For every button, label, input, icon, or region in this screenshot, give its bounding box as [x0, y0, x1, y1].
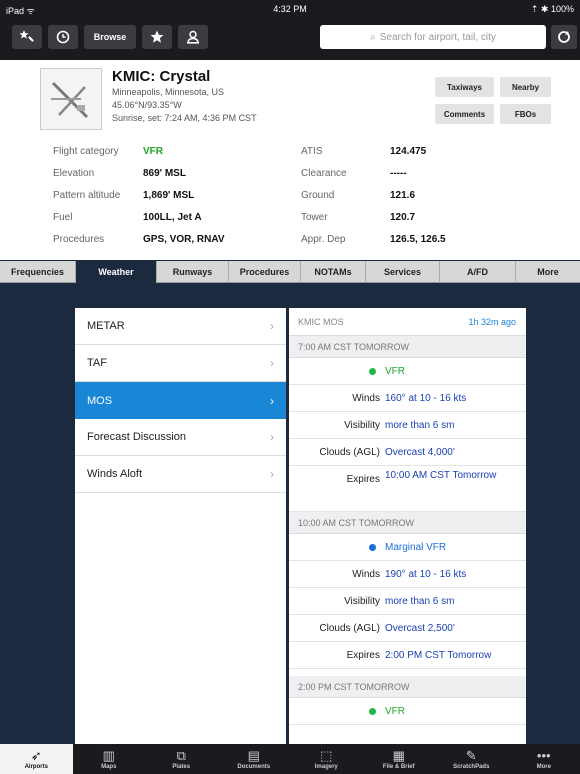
mos-row: Winds 160° at 10 - 16 kts — [289, 385, 526, 412]
refresh-icon[interactable] — [551, 25, 577, 49]
mos-row: Winds 190° at 10 - 16 kts — [289, 561, 526, 588]
chevron-right-icon: › — [270, 356, 274, 370]
menu-item-taf[interactable]: TAF › — [75, 345, 286, 382]
tab-weather[interactable]: Weather — [76, 261, 157, 283]
chevron-right-icon: › — [270, 393, 274, 408]
tab-procedures[interactable]: Procedures — [229, 261, 301, 283]
mos-title: KMIC MOS — [298, 317, 344, 327]
airport-title: KMIC: Crystal — [112, 68, 211, 85]
mos-row: Clouds (AGL) Overcast 2,500' — [289, 615, 526, 642]
tab-afd[interactable]: A/FD — [440, 261, 516, 283]
mos-row: Expires 10:00 AM CST Tomorrow — [289, 466, 526, 512]
mos-row: Visibility more than 6 sm — [289, 412, 526, 439]
tab-runways[interactable]: Runways — [157, 261, 229, 283]
search-placeholder: Search for airport, tail, city — [379, 31, 496, 43]
top-bar: iPad ᯤ 4:32 PM ⇡ ✱ 100% Browse ⌕ Search … — [0, 0, 580, 60]
file-brief-icon: ▦ — [392, 747, 405, 763]
bottom-tab-file-brief[interactable]: ▦ File & Brief — [363, 744, 436, 774]
tab-services[interactable]: Services — [366, 261, 440, 283]
mos-section-header: 7:00 AM CST TOMORROW — [289, 336, 526, 358]
mos-row: Expires 2:00 PM CST Tomorrow — [289, 642, 526, 669]
menu-item-winds-aloft[interactable]: Winds Aloft › — [75, 456, 286, 493]
plates-icon: ⧉ — [176, 747, 186, 763]
mos-category-row: VFR — [289, 358, 526, 385]
taxiways-button[interactable]: Taxiways — [435, 77, 494, 97]
mos-category-row: VFR — [289, 698, 526, 725]
mos-category-row: Marginal VFR — [289, 534, 526, 561]
section-tabs: Frequencies Weather Runways Procedures N… — [0, 261, 580, 283]
airport-location: Minneapolis, Minnesota, US — [112, 87, 225, 97]
tab-more[interactable]: More — [516, 261, 580, 283]
bottom-tab-scratchpads[interactable]: ✎ ScratchPads — [435, 744, 508, 774]
imagery-icon: ⬚ — [320, 747, 333, 763]
menu-item-mos[interactable]: MOS › — [75, 382, 286, 419]
bottom-tab-documents[interactable]: ▤ Documents — [218, 744, 291, 774]
category-dot-icon — [369, 708, 376, 715]
bottom-tab-bar: ➶ Airports ▥ Maps ⧉ Plates ▤ Documents ⬚… — [0, 744, 580, 774]
battery-indicator: ⇡ ✱ 100% — [530, 4, 574, 14]
bottom-tab-airports[interactable]: ➶ Airports — [0, 744, 73, 774]
search-input[interactable]: ⌕ Search for airport, tail, city — [320, 25, 546, 49]
bottom-tab-maps[interactable]: ▥ Maps — [73, 744, 146, 774]
toolbar: Browse ⌕ Search for airport, tail, city — [0, 22, 580, 56]
chevron-right-icon: › — [270, 467, 274, 481]
tab-notams[interactable]: NOTAMs — [301, 261, 366, 283]
more-icon: ••• — [536, 747, 551, 763]
search-icon: ⌕ — [370, 31, 376, 43]
chevron-right-icon: › — [270, 319, 274, 333]
clock-icon[interactable] — [48, 25, 78, 49]
mos-section-header: 10:00 AM CST TOMORROW — [289, 512, 526, 534]
fbos-button[interactable]: FBOs — [500, 104, 551, 124]
documents-icon: ▤ — [247, 747, 260, 763]
airport-coordinates: 45.06°N/93.35°W — [112, 100, 182, 110]
mos-panel: KMIC MOS 1h 32m ago 7:00 AM CST TOMORROW… — [289, 308, 526, 744]
airport-diagram-thumbnail[interactable] — [40, 68, 102, 130]
status-bar: iPad ᯤ 4:32 PM ⇡ ✱ 100% — [0, 0, 580, 20]
airports-icon: ➶ — [30, 747, 42, 763]
star-icon[interactable] — [142, 25, 172, 49]
mos-age: 1h 32m ago — [468, 317, 516, 327]
menu-item-forecast-discussion[interactable]: Forecast Discussion › — [75, 419, 286, 456]
menu-item-metar[interactable]: METAR › — [75, 308, 286, 345]
tab-frequencies[interactable]: Frequencies — [0, 261, 76, 283]
airport-sun-times: Sunrise, set: 7:24 AM, 4:36 PM CST — [112, 113, 257, 123]
bottom-tab-plates[interactable]: ⧉ Plates — [145, 744, 218, 774]
status-time: 4:32 PM — [273, 4, 307, 14]
mos-header: KMIC MOS 1h 32m ago — [289, 308, 526, 336]
bottom-tab-more[interactable]: ••• More — [508, 744, 580, 774]
mos-row: Clouds (AGL) Overcast 4,000' — [289, 439, 526, 466]
scratchpads-icon: ✎ — [465, 747, 477, 763]
person-icon[interactable] — [178, 25, 208, 49]
chevron-right-icon: › — [270, 430, 274, 444]
airport-info-panel: KMIC: Crystal Minneapolis, Minnesota, US… — [0, 60, 580, 260]
airport-star-icon[interactable] — [12, 25, 42, 49]
bottom-tab-imagery[interactable]: ⬚ Imagery — [290, 744, 363, 774]
mos-row: Visibility more than 6 sm — [289, 588, 526, 615]
mos-section-header: 2:00 PM CST TOMORROW — [289, 676, 526, 698]
browse-button[interactable]: Browse — [84, 25, 136, 49]
category-dot-icon — [369, 544, 376, 551]
weather-menu: METAR › TAF › MOS › Forecast Discussion › Wi… — [75, 308, 286, 744]
maps-icon: ▥ — [102, 747, 115, 763]
comments-button[interactable]: Comments — [435, 104, 494, 124]
category-dot-icon — [369, 368, 376, 375]
nearby-button[interactable]: Nearby — [500, 77, 551, 97]
